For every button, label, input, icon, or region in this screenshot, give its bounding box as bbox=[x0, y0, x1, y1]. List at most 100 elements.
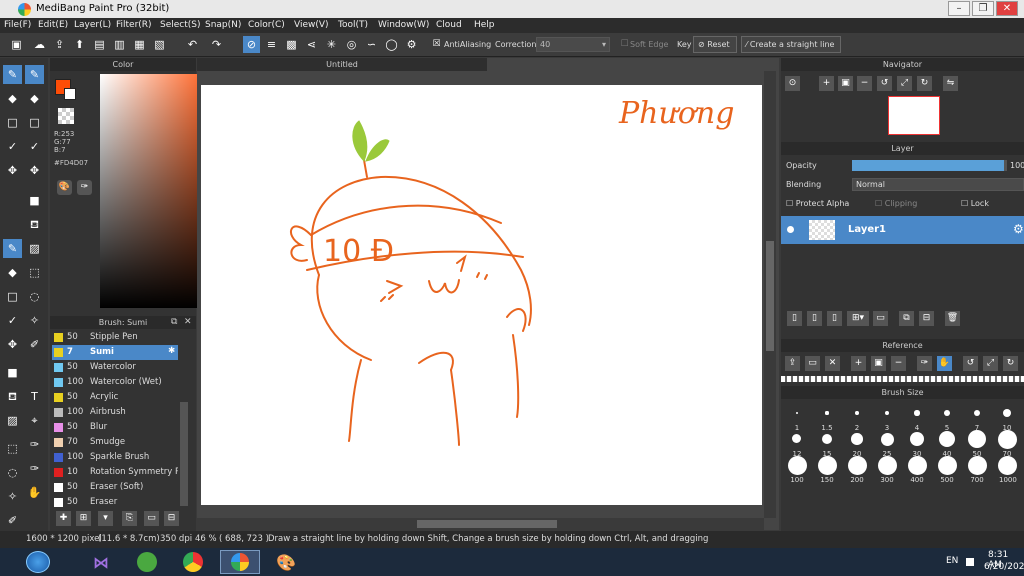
brush-size-option[interactable] bbox=[938, 430, 956, 448]
brush-size-option[interactable] bbox=[851, 433, 863, 445]
snap-off-icon[interactable]: ⊘ bbox=[243, 36, 260, 53]
select-dotted-icon[interactable]: ⬚ bbox=[25, 263, 44, 282]
hand-icon[interactable]: ✋ bbox=[25, 483, 44, 502]
brush-item[interactable]: 50 Acrylic bbox=[52, 390, 178, 405]
correction-select[interactable]: 40 ▾ bbox=[536, 37, 610, 52]
new-layer-icon[interactable]: ▯ bbox=[787, 311, 802, 326]
eyedropper-color-icon[interactable]: ✑ bbox=[77, 180, 92, 195]
eyedropper-icon-2[interactable]: ✑ bbox=[25, 459, 44, 478]
gradient-tool-icon[interactable]: ▨ bbox=[3, 411, 22, 430]
brush-item[interactable]: 50 Eraser bbox=[52, 495, 178, 510]
lock-checkbox[interactable]: ☐ Lock bbox=[961, 199, 989, 208]
layout-icon[interactable]: ▧ bbox=[151, 36, 168, 53]
blending-select[interactable]: Normal bbox=[852, 178, 1024, 191]
snap-settings-icon[interactable]: ⚙ bbox=[403, 36, 420, 53]
brush-size-option[interactable] bbox=[914, 410, 920, 416]
operation-icon[interactable]: ⌖ bbox=[25, 411, 44, 430]
reference-hand-icon[interactable]: ✋ bbox=[937, 356, 952, 371]
duplicate-layer-icon[interactable]: ⧉ bbox=[899, 311, 914, 326]
brush-size-option[interactable] bbox=[787, 455, 807, 475]
reference-zoom-out-icon[interactable]: − bbox=[891, 356, 906, 371]
snap-parallel-icon[interactable]: ≡ bbox=[263, 36, 280, 53]
fill-icon[interactable]: ■ bbox=[25, 191, 44, 210]
select-pen-tool-icon[interactable]: ✐ bbox=[3, 511, 22, 530]
brush-size-option[interactable] bbox=[847, 455, 867, 475]
pen-icon-2[interactable]: ✓ bbox=[25, 137, 44, 156]
snap-ellipse-icon[interactable]: ◯ bbox=[383, 36, 400, 53]
reference-rotate-right-icon[interactable]: ↻ bbox=[1003, 356, 1018, 371]
vertical-scrollbar-thumb[interactable] bbox=[766, 241, 774, 351]
add-brush-file-icon[interactable]: ⊞ bbox=[76, 511, 91, 526]
reference-eyedropper-icon[interactable]: ✑ bbox=[917, 356, 932, 371]
move-icon-2[interactable]: ✥ bbox=[25, 161, 44, 180]
brush-size-option[interactable] bbox=[973, 409, 981, 417]
brush-size-option[interactable] bbox=[967, 455, 987, 475]
expand-icon[interactable]: ⧉ bbox=[171, 317, 177, 327]
magic-wand-icon[interactable]: ✧ bbox=[25, 311, 44, 330]
brush-item[interactable]: 100 Sparkle Brush bbox=[52, 450, 178, 465]
menu-filter[interactable]: Filter(R) bbox=[116, 20, 152, 30]
snap-radial-icon[interactable]: ✳ bbox=[323, 36, 340, 53]
minimize-button[interactable]: – bbox=[948, 1, 970, 16]
maximize-button[interactable]: ❐ bbox=[972, 1, 994, 16]
brush-item[interactable]: 50 Blur bbox=[52, 420, 178, 435]
brush-size-option[interactable] bbox=[821, 433, 833, 445]
menu-window[interactable]: Window(W) bbox=[378, 20, 429, 30]
brush-tool-icon[interactable]: ✎ bbox=[3, 65, 22, 84]
snap-grid-icon[interactable]: ▩ bbox=[283, 36, 300, 53]
grid-icon[interactable]: ▦ bbox=[131, 36, 148, 53]
brush-item[interactable]: 70 Smudge bbox=[52, 435, 178, 450]
new-layer-2-icon[interactable]: ▯ bbox=[807, 311, 822, 326]
brush-size-option[interactable] bbox=[880, 432, 894, 446]
move-tool-icon[interactable]: ✥ bbox=[3, 335, 22, 354]
clipping-checkbox[interactable]: ☐ Clipping bbox=[875, 199, 917, 208]
document-icon[interactable]: ▥ bbox=[111, 36, 128, 53]
brush-size-option[interactable] bbox=[792, 434, 802, 444]
brush-tool-icon-2[interactable]: ✎ bbox=[25, 65, 44, 84]
brush-size-option[interactable] bbox=[795, 411, 799, 415]
wand-tool-icon[interactable]: ✧ bbox=[3, 487, 22, 506]
close-icon[interactable]: ✕ bbox=[184, 317, 192, 327]
comment-icon[interactable]: ▤ bbox=[91, 36, 108, 53]
navigator-thumbnail[interactable] bbox=[888, 96, 940, 135]
clock-date[interactable]: 6/20/2021 bbox=[984, 562, 1024, 572]
layer-settings-icon[interactable]: ⚙ bbox=[1013, 222, 1024, 236]
pen-check-icon[interactable]: ✓ bbox=[3, 311, 22, 330]
keyboard-icon[interactable] bbox=[966, 558, 974, 566]
menu-view[interactable]: View(V) bbox=[294, 20, 329, 30]
rotate-right-icon[interactable]: ↻ bbox=[917, 76, 932, 91]
visual-studio-icon[interactable]: ⋈ bbox=[82, 550, 122, 574]
menu-select[interactable]: Select(S) bbox=[160, 20, 201, 30]
reference-fitwin-icon[interactable]: ⤢ bbox=[983, 356, 998, 371]
opacity-slider[interactable] bbox=[852, 160, 1007, 171]
share-icon[interactable]: ⇪ bbox=[51, 36, 68, 53]
brush-size-option[interactable] bbox=[825, 411, 829, 415]
fill-tool-icon[interactable]: ■ bbox=[3, 363, 22, 382]
brush-active-icon[interactable]: ✎ bbox=[3, 239, 22, 258]
menu-cloud[interactable]: Cloud bbox=[436, 20, 462, 30]
add-layer-menu-icon[interactable]: ⊞▾ bbox=[847, 311, 869, 326]
brush-list-scrollbar[interactable] bbox=[180, 402, 188, 506]
rect-icon[interactable]: □ bbox=[3, 287, 22, 306]
lasso-icon[interactable]: ◌ bbox=[25, 287, 44, 306]
language-indicator[interactable]: EN bbox=[946, 556, 958, 566]
snap-circle-icon[interactable]: ◎ bbox=[343, 36, 360, 53]
new-layer-3-icon[interactable]: ▯ bbox=[827, 311, 842, 326]
new-canvas-icon[interactable]: ▣ bbox=[8, 36, 25, 53]
app-green-icon[interactable] bbox=[128, 550, 168, 574]
menu-color[interactable]: Color(C) bbox=[248, 20, 285, 30]
gradient-icon[interactable]: ▨ bbox=[25, 239, 44, 258]
brush-size-option[interactable] bbox=[1002, 408, 1012, 418]
upload-icon[interactable]: ⬆ bbox=[71, 36, 88, 53]
rotate-left-icon[interactable]: ↺ bbox=[877, 76, 892, 91]
straight-line-button[interactable]: ⁄ Create a straight line bbox=[741, 36, 841, 53]
brush-item[interactable]: 50 Eraser (Soft) bbox=[52, 480, 178, 495]
brush-size-option[interactable] bbox=[877, 455, 897, 475]
eraser-icon[interactable]: ◆ bbox=[3, 89, 22, 108]
menu-help[interactable]: Help bbox=[474, 20, 495, 30]
zoom-fit-icon[interactable]: ⊙ bbox=[785, 76, 800, 91]
select-pen-icon[interactable]: ✐ bbox=[25, 335, 44, 354]
text-icon[interactable]: T bbox=[25, 387, 44, 406]
reference-zoom-in-icon[interactable]: + bbox=[851, 356, 866, 371]
menu-snap[interactable]: Snap(N) bbox=[205, 20, 241, 30]
